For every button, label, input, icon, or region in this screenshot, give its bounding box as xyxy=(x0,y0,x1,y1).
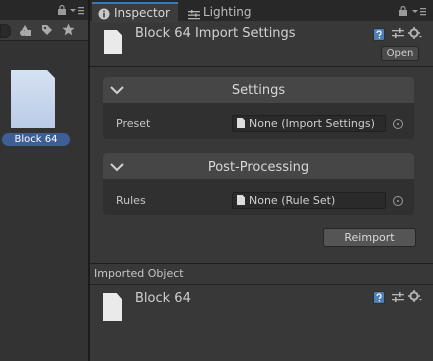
header-divider xyxy=(90,66,433,67)
help-icon[interactable] xyxy=(373,291,385,304)
tab-lighting[interactable]: Lighting xyxy=(186,3,266,21)
imported-header-divider xyxy=(90,284,433,285)
object-picker-icon[interactable] xyxy=(393,196,403,206)
preset-field[interactable]: None (Import Settings) xyxy=(232,115,386,132)
inspector-menu-icon[interactable] xyxy=(412,7,426,17)
tab-lighting-label: Lighting xyxy=(203,5,252,19)
preset-label: Preset xyxy=(116,117,151,130)
post-processing-section-title: Post-Processing xyxy=(207,160,310,175)
preset-value: None (Import Settings) xyxy=(249,117,375,130)
imported-object-icon xyxy=(103,293,122,321)
import-settings-title: Block 64 Import Settings xyxy=(135,26,296,41)
imported-divider xyxy=(90,263,433,264)
settings-gear-icon[interactable] xyxy=(408,290,422,303)
rules-label: Rules xyxy=(116,194,146,207)
preset-sliders-icon[interactable] xyxy=(392,292,404,303)
rules-value: None (Rule Set) xyxy=(249,194,336,207)
document-icon xyxy=(237,118,245,128)
panel-menu-icon[interactable] xyxy=(70,6,84,16)
document-icon xyxy=(237,195,245,205)
asset-document-icon xyxy=(104,30,122,54)
imported-object-label: Imported Object xyxy=(94,267,184,280)
tab-inspector[interactable]: Inspector xyxy=(92,2,178,23)
filter-by-type-icon[interactable] xyxy=(19,24,32,37)
settings-section-title: Settings xyxy=(231,83,286,98)
search-field-edge[interactable] xyxy=(0,24,11,38)
asset-name-label[interactable]: Block 64 xyxy=(2,133,70,146)
preset-sliders-icon[interactable] xyxy=(392,28,404,39)
help-icon[interactable] xyxy=(373,28,385,41)
imported-object-name: Block 64 xyxy=(135,291,191,306)
asset-thumbnail[interactable] xyxy=(11,70,55,128)
project-panel xyxy=(0,0,88,361)
settings-gear-icon[interactable] xyxy=(408,27,422,40)
lighting-icon xyxy=(188,7,200,20)
favorite-star-icon[interactable] xyxy=(62,23,75,36)
object-picker-icon[interactable] xyxy=(393,119,403,129)
tab-inspector-label: Inspector xyxy=(114,6,170,20)
rules-field[interactable]: None (Rule Set) xyxy=(232,192,386,209)
open-button[interactable]: Open xyxy=(381,46,419,61)
info-icon xyxy=(98,7,110,20)
lock-icon[interactable] xyxy=(57,4,67,15)
reimport-button[interactable]: Reimport xyxy=(323,228,416,247)
inspector-lock-icon[interactable] xyxy=(398,5,408,16)
filter-by-label-icon[interactable] xyxy=(41,24,53,36)
